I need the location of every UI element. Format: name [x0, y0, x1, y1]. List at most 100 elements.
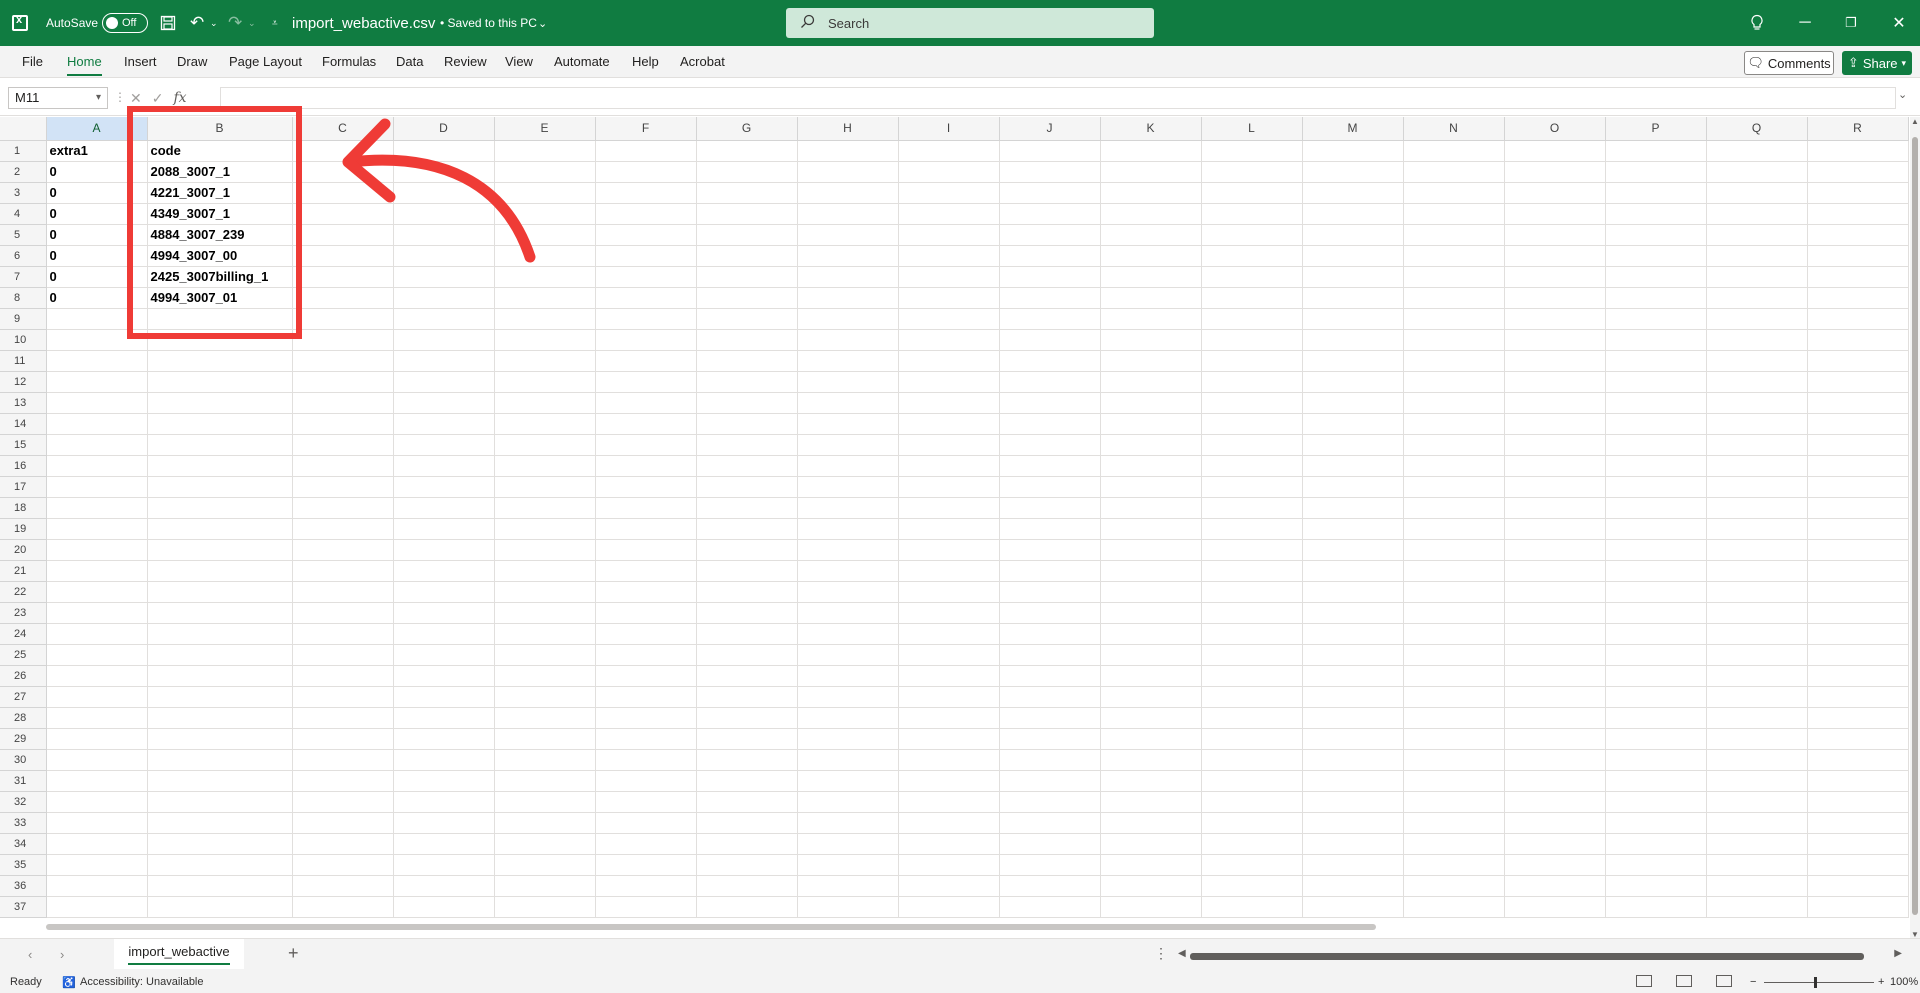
- cell-a2[interactable]: 0: [46, 161, 148, 183]
- cell-k28[interactable]: [1100, 707, 1202, 729]
- cell-g33[interactable]: [696, 812, 798, 834]
- cell-q29[interactable]: [1706, 728, 1808, 750]
- cell-j24[interactable]: [999, 623, 1101, 645]
- column-header-p[interactable]: P: [1605, 117, 1707, 141]
- cell-d32[interactable]: [393, 791, 495, 813]
- cell-l10[interactable]: [1201, 329, 1303, 351]
- cell-e12[interactable]: [494, 371, 596, 393]
- cell-c18[interactable]: [292, 497, 394, 519]
- cell-o1[interactable]: [1504, 140, 1606, 162]
- cell-d37[interactable]: [393, 896, 495, 918]
- cell-i8[interactable]: [898, 287, 1000, 309]
- cell-r18[interactable]: [1807, 497, 1909, 519]
- column-header-i[interactable]: I: [898, 117, 1000, 141]
- sheet-tab-import-webactive[interactable]: import_webactive: [114, 939, 244, 969]
- cell-j35[interactable]: [999, 854, 1101, 876]
- cell-g1[interactable]: [696, 140, 798, 162]
- cell-j26[interactable]: [999, 665, 1101, 687]
- cell-p20[interactable]: [1605, 539, 1707, 561]
- cell-i33[interactable]: [898, 812, 1000, 834]
- cell-d27[interactable]: [393, 686, 495, 708]
- cell-h9[interactable]: [797, 308, 899, 330]
- row-header[interactable]: 32: [0, 791, 47, 813]
- cell-a9[interactable]: [46, 308, 148, 330]
- tab-view[interactable]: View: [505, 46, 533, 78]
- tab-insert[interactable]: Insert: [124, 46, 157, 78]
- column-header-k[interactable]: K: [1100, 117, 1202, 141]
- cell-e32[interactable]: [494, 791, 596, 813]
- cell-b28[interactable]: [147, 707, 293, 729]
- cell-a8[interactable]: 0: [46, 287, 148, 309]
- cell-b7[interactable]: 2425_3007billing_1: [147, 266, 293, 288]
- cell-k16[interactable]: [1100, 455, 1202, 477]
- cell-q25[interactable]: [1706, 644, 1808, 666]
- cell-l15[interactable]: [1201, 434, 1303, 456]
- cell-d16[interactable]: [393, 455, 495, 477]
- cell-n23[interactable]: [1403, 602, 1505, 624]
- cell-q17[interactable]: [1706, 476, 1808, 498]
- cell-m33[interactable]: [1302, 812, 1404, 834]
- cell-b35[interactable]: [147, 854, 293, 876]
- cancel-icon[interactable]: ✕: [130, 90, 142, 107]
- cell-h28[interactable]: [797, 707, 899, 729]
- cell-b24[interactable]: [147, 623, 293, 645]
- cell-o2[interactable]: [1504, 161, 1606, 183]
- cell-p26[interactable]: [1605, 665, 1707, 687]
- redo-icon[interactable]: ↷: [228, 0, 242, 46]
- cell-r28[interactable]: [1807, 707, 1909, 729]
- cell-a29[interactable]: [46, 728, 148, 750]
- cell-g22[interactable]: [696, 581, 798, 603]
- cell-f37[interactable]: [595, 896, 697, 918]
- cell-b14[interactable]: [147, 413, 293, 435]
- cell-n5[interactable]: [1403, 224, 1505, 246]
- cell-d20[interactable]: [393, 539, 495, 561]
- cell-f10[interactable]: [595, 329, 697, 351]
- cell-d2[interactable]: [393, 161, 495, 183]
- cell-c8[interactable]: [292, 287, 394, 309]
- cell-i20[interactable]: [898, 539, 1000, 561]
- cell-a6[interactable]: 0: [46, 245, 148, 267]
- cell-p11[interactable]: [1605, 350, 1707, 372]
- cell-f24[interactable]: [595, 623, 697, 645]
- cell-g19[interactable]: [696, 518, 798, 540]
- cell-e15[interactable]: [494, 434, 596, 456]
- tab-formulas[interactable]: Formulas: [322, 46, 376, 78]
- cell-r10[interactable]: [1807, 329, 1909, 351]
- row-header[interactable]: 23: [0, 602, 47, 624]
- cell-i9[interactable]: [898, 308, 1000, 330]
- cell-r1[interactable]: [1807, 140, 1909, 162]
- cell-e10[interactable]: [494, 329, 596, 351]
- column-header-g[interactable]: G: [696, 117, 798, 141]
- cell-e24[interactable]: [494, 623, 596, 645]
- cell-m15[interactable]: [1302, 434, 1404, 456]
- cell-d34[interactable]: [393, 833, 495, 855]
- cell-r21[interactable]: [1807, 560, 1909, 582]
- cell-h31[interactable]: [797, 770, 899, 792]
- cell-j34[interactable]: [999, 833, 1101, 855]
- cell-g37[interactable]: [696, 896, 798, 918]
- row-header[interactable]: 6: [0, 245, 47, 267]
- cell-c4[interactable]: [292, 203, 394, 225]
- cell-r26[interactable]: [1807, 665, 1909, 687]
- cell-k7[interactable]: [1100, 266, 1202, 288]
- cell-o17[interactable]: [1504, 476, 1606, 498]
- cell-j37[interactable]: [999, 896, 1101, 918]
- tab-automate[interactable]: Automate: [554, 46, 610, 78]
- cell-i6[interactable]: [898, 245, 1000, 267]
- cell-e9[interactable]: [494, 308, 596, 330]
- cell-c3[interactable]: [292, 182, 394, 204]
- cell-i35[interactable]: [898, 854, 1000, 876]
- cell-r6[interactable]: [1807, 245, 1909, 267]
- row-header[interactable]: 26: [0, 665, 47, 687]
- cell-f6[interactable]: [595, 245, 697, 267]
- cell-i23[interactable]: [898, 602, 1000, 624]
- column-header-o[interactable]: O: [1504, 117, 1606, 141]
- cell-h22[interactable]: [797, 581, 899, 603]
- cell-k12[interactable]: [1100, 371, 1202, 393]
- cell-m21[interactable]: [1302, 560, 1404, 582]
- cell-j29[interactable]: [999, 728, 1101, 750]
- cell-i11[interactable]: [898, 350, 1000, 372]
- cell-f19[interactable]: [595, 518, 697, 540]
- cell-a28[interactable]: [46, 707, 148, 729]
- cell-h18[interactable]: [797, 497, 899, 519]
